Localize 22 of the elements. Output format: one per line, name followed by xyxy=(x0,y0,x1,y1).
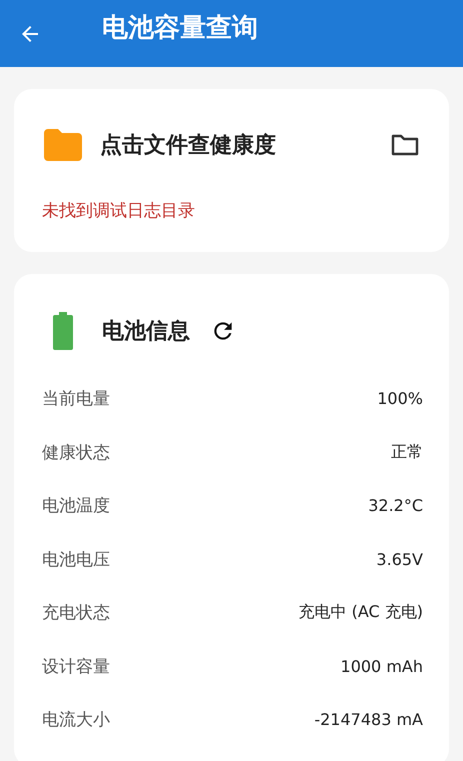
info-label: 充电状态 xyxy=(42,602,110,624)
info-label: 电流大小 xyxy=(42,709,110,732)
file-card-title[interactable]: 点击文件查健康度 xyxy=(100,130,391,160)
info-value: -2147483 mA xyxy=(314,710,423,730)
open-folder-button[interactable] xyxy=(391,133,419,157)
info-label: 设计容量 xyxy=(42,656,110,678)
info-value: 1000 mAh xyxy=(340,656,423,676)
info-label: 电池电压 xyxy=(42,548,110,571)
folder-icon xyxy=(44,129,82,161)
info-value: 100% xyxy=(377,389,423,408)
info-value: 充电中 (AC 充电) xyxy=(298,602,423,624)
folder-outline-icon xyxy=(391,133,419,157)
battery-card-title: 电池信息 xyxy=(102,318,190,346)
app-title: 电池容量查询 xyxy=(102,12,258,45)
info-label: 电池温度 xyxy=(42,495,110,518)
error-message: 未找到调试日志目录 xyxy=(42,200,196,222)
info-label: 健康状态 xyxy=(42,442,110,464)
info-value: 3.65V xyxy=(376,550,423,569)
info-label: 当前电量 xyxy=(42,388,110,410)
battery-icon xyxy=(52,312,74,350)
info-value: 32.2°C xyxy=(368,496,423,516)
info-value: 正常 xyxy=(391,442,423,463)
